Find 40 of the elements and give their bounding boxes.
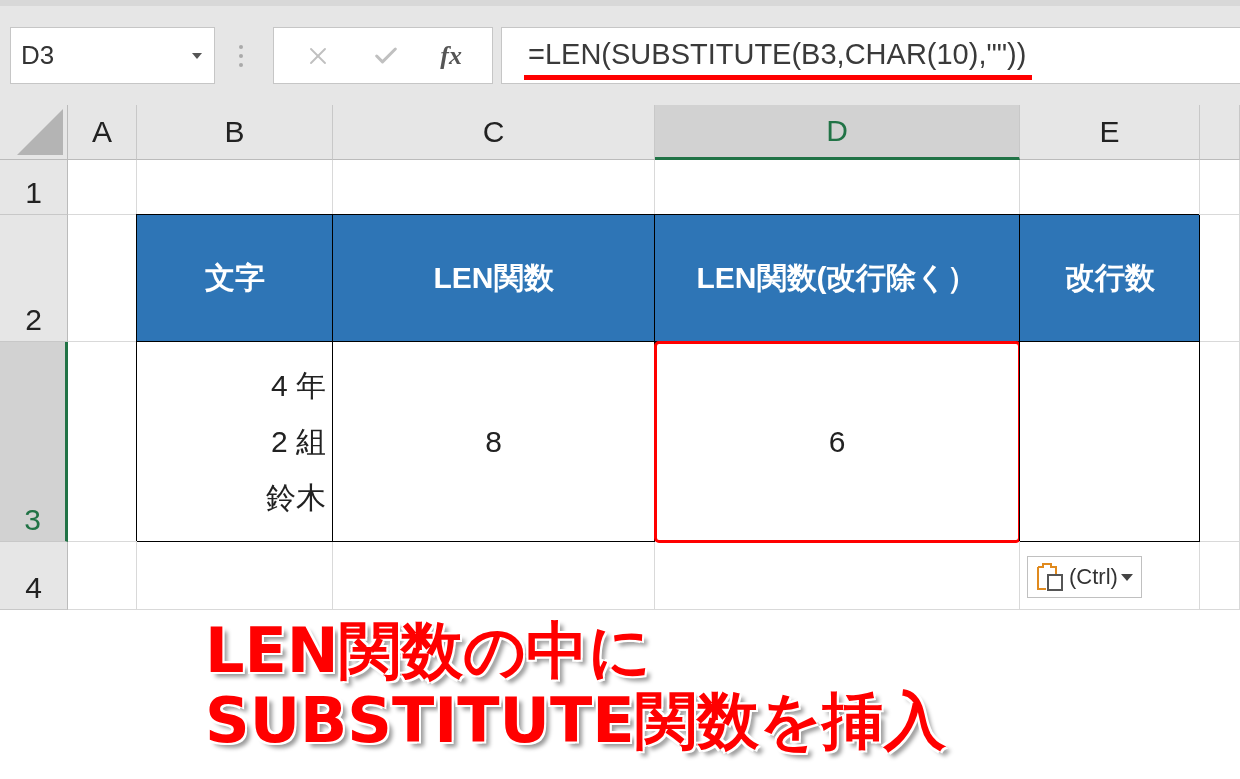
grid-cell[interactable] xyxy=(68,542,137,610)
column-header[interactable]: D xyxy=(655,105,1020,160)
grid-cell[interactable] xyxy=(1200,215,1240,342)
table-cell: 6 xyxy=(655,342,1020,542)
table-header-cell: LEN関数 xyxy=(333,215,655,342)
grid-cell[interactable] xyxy=(1200,342,1240,542)
insert-function-button[interactable]: fx xyxy=(440,40,462,71)
caret-icon xyxy=(1120,573,1133,581)
row-header[interactable]: 4 xyxy=(0,542,68,610)
select-all-corner[interactable] xyxy=(0,105,68,160)
name-box[interactable]: D3 xyxy=(10,27,215,84)
row-header[interactable]: 3 xyxy=(0,342,68,542)
grid-cell[interactable] xyxy=(1200,160,1240,215)
formula-field[interactable]: =LEN(SUBSTITUTE(B3,CHAR(10),"")) xyxy=(501,27,1240,84)
row-header[interactable]: 2 xyxy=(0,215,68,342)
grip-icon xyxy=(239,44,243,67)
grid-cell[interactable] xyxy=(1200,542,1240,610)
formula-text: =LEN(SUBSTITUTE(B3,CHAR(10),"")) xyxy=(524,37,1033,80)
row-header[interactable]: 1 xyxy=(0,160,68,215)
caret-icon xyxy=(192,52,202,59)
cell-text-line: 鈴木 xyxy=(266,479,326,516)
column-header[interactable]: B xyxy=(137,105,333,160)
column-header[interactable]: E xyxy=(1020,105,1200,160)
column-header[interactable]: A xyxy=(68,105,137,160)
grid-cell[interactable] xyxy=(655,542,1020,610)
table-header-cell: 文字 xyxy=(137,215,333,342)
grid-cell[interactable] xyxy=(68,160,137,215)
column-header[interactable] xyxy=(1200,105,1240,160)
table-header-cell: LEN関数(改行除く） xyxy=(655,215,1020,342)
table-cell: 8 xyxy=(333,342,655,542)
triangle-icon xyxy=(17,109,63,155)
grid-cell[interactable] xyxy=(333,542,655,610)
paste-options-button[interactable]: (Ctrl) xyxy=(1027,556,1142,598)
column-header[interactable]: C xyxy=(333,105,655,160)
grid-cell[interactable] xyxy=(137,542,333,610)
cell-text-line: 4 年 xyxy=(270,367,326,404)
caption-text: LEN関数の中に SUBSTITUTE関数を挿入 xyxy=(204,613,947,756)
cell-text-line: 2 組 xyxy=(270,423,326,460)
clipboard-icon xyxy=(1036,562,1066,592)
table-header-cell: 改行数 xyxy=(1020,215,1200,342)
